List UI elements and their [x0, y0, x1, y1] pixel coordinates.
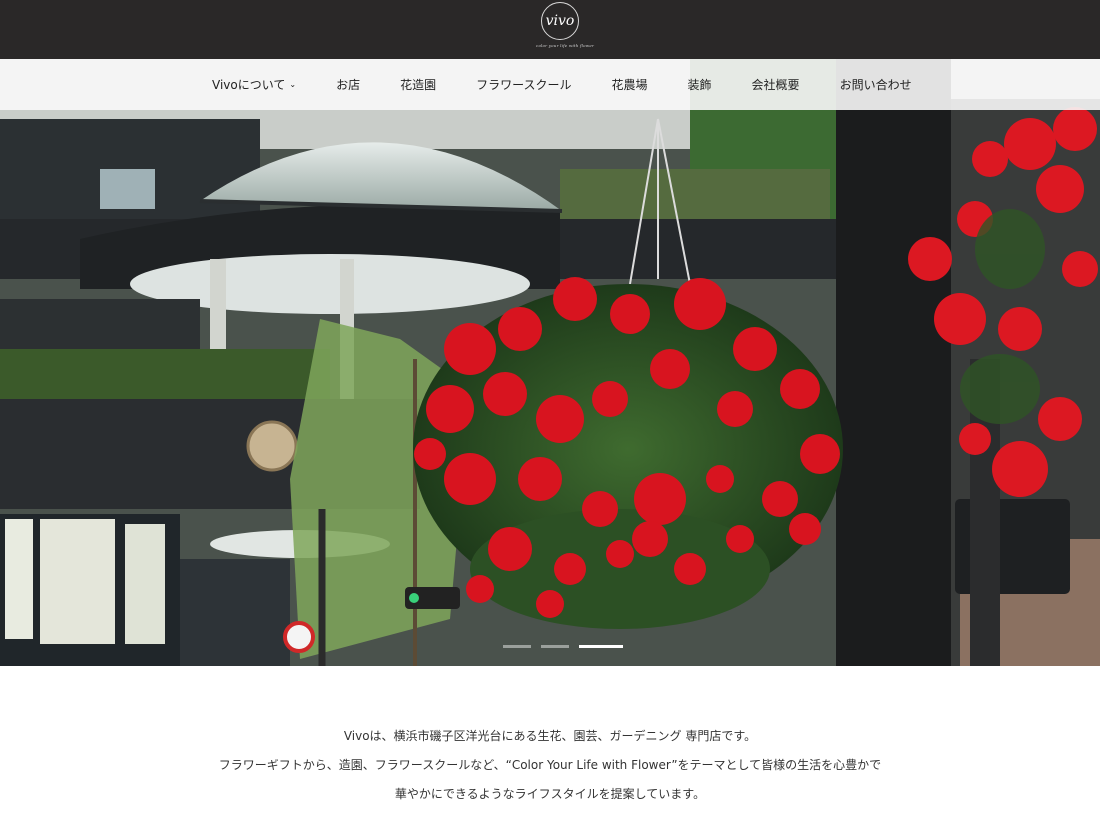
intro-line-1: Vivoは、横浜市磯子区洋光台にある生花、園芸、ガーデニング 専門店です。	[343, 729, 757, 743]
top-header-bar: vivo color your life with flower	[0, 0, 1100, 59]
nav-item-about-vivo[interactable]: Vivoについて ⌄	[212, 76, 296, 93]
chevron-down-icon: ⌄	[289, 80, 297, 89]
slideshow-pagination	[503, 645, 633, 649]
intro-line-2: フラワーギフトから、造園、フラワースクールなど、“Color Your Life…	[218, 758, 882, 772]
intro-section: Vivoは、横浜市磯子区洋光台にある生花、園芸、ガーデニング 専門店です。 フラ…	[0, 666, 1100, 825]
intro-line-3: 華やかにできるようなライフスタイルを提案しています。	[394, 787, 706, 801]
nav-item-landscaping[interactable]: 花造園	[400, 76, 436, 93]
hero-photo-hanging-flower-basket	[0, 59, 1100, 666]
hero-slideshow	[0, 59, 1100, 666]
nav-item-company[interactable]: 会社概要	[752, 76, 800, 93]
logo-emblem: vivo	[541, 2, 579, 40]
vivo-logo[interactable]: vivo color your life with flower	[536, 2, 595, 54]
slide-indicator-1[interactable]	[503, 645, 531, 648]
slide-indicator-3-active[interactable]	[579, 645, 623, 648]
nav-item-flower-farm[interactable]: 花農場	[612, 76, 648, 93]
nav-item-decoration[interactable]: 装飾	[688, 76, 712, 93]
nav-item-flower-school[interactable]: フラワースクール	[476, 76, 571, 93]
nav-menu: Vivoについて ⌄ お店 花造園 フラワースクール 花農場 装飾 会社概要 お…	[212, 59, 912, 110]
main-navigation: Vivoについて ⌄ お店 花造園 フラワースクール 花農場 装飾 会社概要 お…	[0, 59, 1100, 110]
nav-item-shop[interactable]: お店	[336, 76, 360, 93]
logo-tagline: color your life with flower	[536, 43, 595, 48]
slide-indicator-2[interactable]	[541, 645, 569, 648]
nav-item-contact[interactable]: お問い合わせ	[840, 76, 912, 93]
nav-item-label: Vivoについて	[212, 78, 286, 92]
